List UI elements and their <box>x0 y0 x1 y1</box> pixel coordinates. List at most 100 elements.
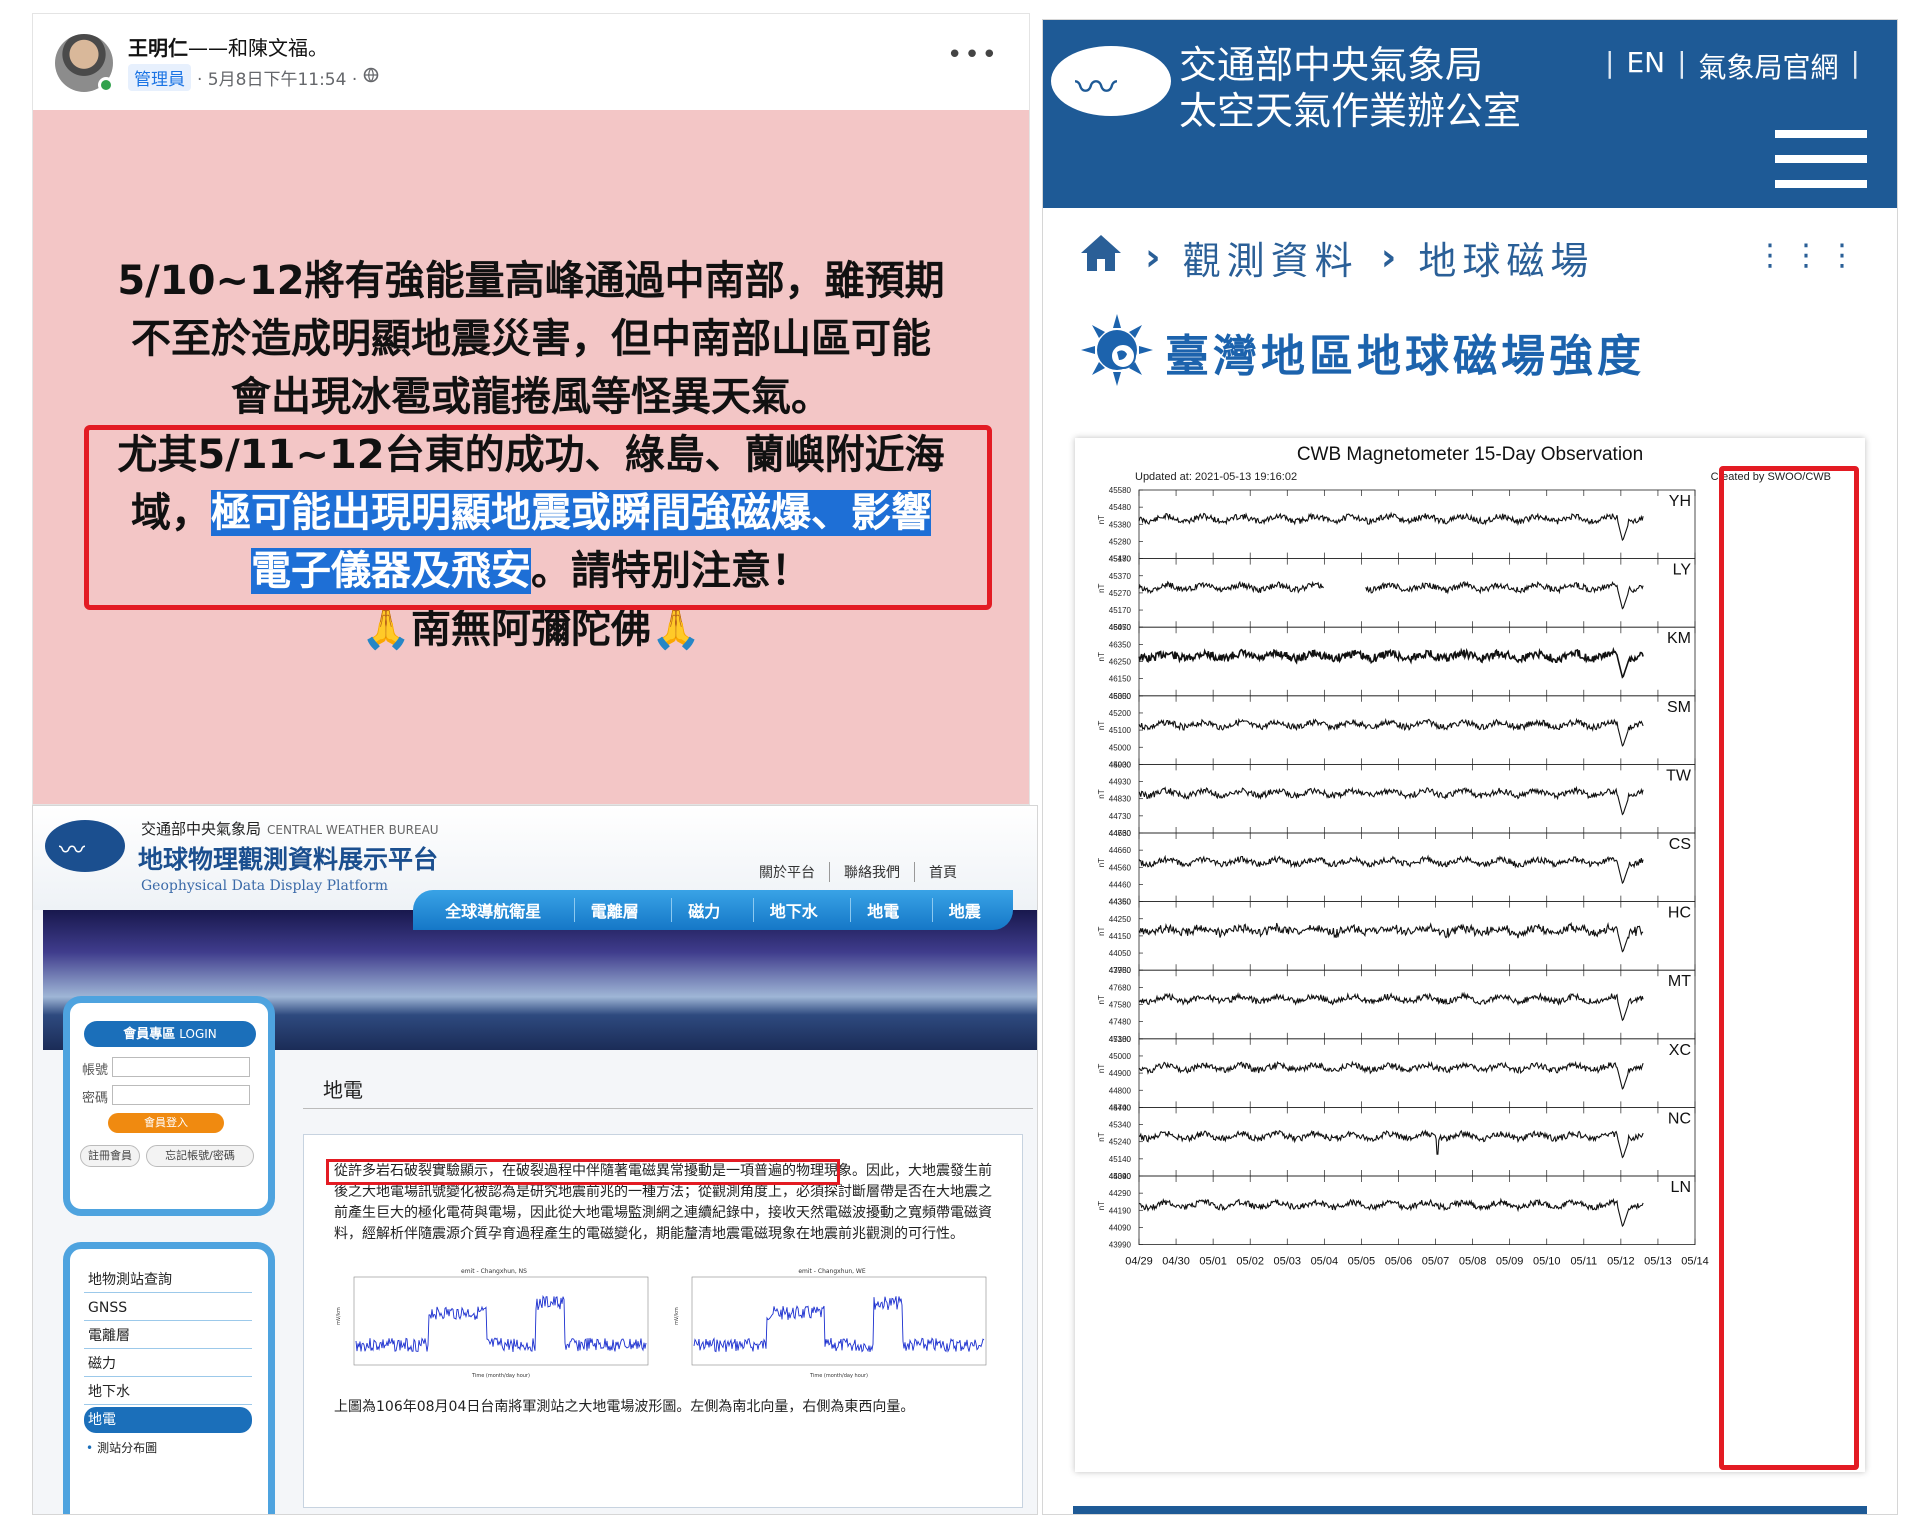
y-tick-label: 45000 <box>1109 1052 1132 1061</box>
bureau-name-en: CENTRAL WEATHER BUREAU <box>267 823 439 837</box>
site-title: 地球物理觀測資料展示平台 <box>138 845 439 874</box>
menu-item-groundwater[interactable]: 地下水 <box>84 1379 252 1405</box>
y-tick-label: 44730 <box>1109 812 1132 821</box>
x-tick-label: 05/03 <box>1274 1256 1302 1268</box>
magnetometer-trace <box>1138 1129 1644 1159</box>
magnetometer-trace <box>1138 991 1644 1022</box>
post-line: 5/10~12將有強能量高峰通過中南部，雖預期 <box>117 258 945 304</box>
chevron-right-icon: › <box>1145 235 1161 279</box>
nav-tab-geoelectric[interactable]: 地電 <box>850 898 899 922</box>
main-nav: 全球導航衛星 電離層 磁力 地下水 地電 地震 <box>413 890 1013 930</box>
station-label: SM <box>1667 699 1691 716</box>
nav-tab-gnss[interactable]: 全球導航衛星 <box>445 898 541 922</box>
x-tick-label: 04/30 <box>1162 1256 1190 1268</box>
y-tick-label: 44830 <box>1109 795 1132 804</box>
y-tick-label: 45170 <box>1109 606 1132 615</box>
footer-bar <box>1073 1506 1867 1514</box>
station-label: CS <box>1669 836 1691 853</box>
link-home[interactable]: 首頁 <box>914 862 971 882</box>
site-title-line2: 太空天氣作業辦公室 <box>1179 89 1522 133</box>
x-tick-label: 05/10 <box>1533 1256 1561 1268</box>
station-panel-hc: 4435044250441504405043950nTHC <box>1097 898 1696 975</box>
y-tick-label: 44460 <box>1109 880 1132 889</box>
submenu-station-map[interactable]: 測站分布圖 <box>86 1439 157 1456</box>
station-panel-tw: 4503044930448304473044630nTTW <box>1097 760 1696 838</box>
post-author[interactable]: 王明仁——和陳文福。 <box>128 32 328 61</box>
login-button[interactable]: 會員登入 <box>108 1113 224 1133</box>
x-tick-label: 05/12 <box>1607 1256 1635 1268</box>
plot-xlabel: Time (month/day hour) <box>471 1373 530 1379</box>
menu-item-geoelectric[interactable]: 地電 <box>84 1407 252 1433</box>
x-tick-label: 05/07 <box>1422 1256 1450 1268</box>
y-tick-label: 45370 <box>1109 572 1132 581</box>
y-tick-label: 43990 <box>1109 1241 1132 1250</box>
magnetometer-trace <box>1138 646 1644 679</box>
menu-item-magnetic[interactable]: 磁力 <box>84 1351 252 1377</box>
magnetometer-trace <box>1138 1197 1644 1228</box>
breadcrumb-observation[interactable]: 觀測資料 <box>1183 230 1359 285</box>
cwb-logo-icon[interactable]: 〰 <box>1051 46 1171 116</box>
password-input[interactable] <box>112 1085 250 1105</box>
menu-item-stations[interactable]: 地物測站查詢 <box>84 1267 252 1293</box>
content-panel: 從許多岩石破裂實驗顯示，在破裂過程中伴隨著電磁異常擾動是一項普遍的物理現象。因此… <box>303 1134 1023 1508</box>
account-input[interactable] <box>112 1057 250 1077</box>
author-name[interactable]: 王明仁 <box>128 36 188 60</box>
nav-tab-groundwater[interactable]: 地下水 <box>752 898 818 922</box>
home-icon[interactable] <box>1079 233 1123 282</box>
magnetometer-trace <box>1138 1060 1644 1090</box>
station-label: HC <box>1668 905 1691 922</box>
plot-frame <box>353 1276 649 1366</box>
y-tick-label: 46250 <box>1109 658 1132 667</box>
register-button[interactable]: 註冊會員 <box>80 1145 140 1167</box>
cwb-space-weather-screenshot: 〰 交通部中央氣象局 太空天氣作業辦公室 | EN | 氣象局官網 | › 觀測… <box>1043 20 1897 1514</box>
station-label: TW <box>1666 767 1692 784</box>
y-axis-label: nT <box>1097 858 1106 867</box>
admin-badge: 管理員 <box>128 64 191 91</box>
y-tick-label: 47480 <box>1109 1018 1132 1027</box>
y-tick-label: 45100 <box>1109 1035 1132 1044</box>
panel-frame <box>1138 901 1696 971</box>
y-tick-label: 45440 <box>1109 1103 1132 1112</box>
menu-item-gnss[interactable]: GNSS <box>84 1295 252 1321</box>
nav-tab-magnetic[interactable]: 磁力 <box>671 898 720 922</box>
geoelectric-plot-ns: emit - Changxhun, NS mV/km Time (month/d… <box>336 1268 649 1379</box>
lang-en-link[interactable]: EN <box>1626 46 1665 86</box>
x-tick-label: 05/06 <box>1385 1256 1413 1268</box>
plot-ylabel: mV/km <box>674 1307 680 1325</box>
breadcrumb-geomagnetic[interactable]: 地球磁場 <box>1418 230 1594 285</box>
official-site-link[interactable]: 氣象局官網 <box>1699 46 1839 86</box>
tagged-with: ——和陳文福。 <box>188 36 328 60</box>
y-axis-label: nT <box>1097 1064 1106 1073</box>
hamburger-menu-icon[interactable] <box>1775 130 1867 188</box>
station-panel-mt: 4778047680475804748047380nTMT <box>1097 966 1696 1044</box>
post-line: 會出現冰雹或龍捲風等怪異天氣。 <box>231 374 831 420</box>
station-label: KM <box>1667 630 1691 647</box>
y-tick-label: 46350 <box>1109 640 1132 649</box>
forgot-password-button[interactable]: 忘記帳號/密碼 <box>146 1145 254 1167</box>
station-panel-sm: 4530045200451004500044900nTSM <box>1097 692 1696 769</box>
figure-caption: 上圖為106年08月04日台南將軍測站之大地電場波形圖。左側為南北向量，右側為東… <box>334 1399 915 1415</box>
nav-tab-earthquake[interactable]: 地震 <box>931 898 981 922</box>
dots-grid-icon[interactable]: ⋮⋮⋮ <box>1755 238 1863 273</box>
y-tick-label: 45580 <box>1109 486 1132 495</box>
top-links: 關於平台 聯絡我們 首頁 <box>745 862 971 882</box>
login-title: 會員專區 LOGIN <box>84 1021 256 1047</box>
post-timestamp[interactable]: · 5月8日下午11:54 · <box>197 65 357 90</box>
post-line: 不至於造成明顯地震災害，但中南部山區可能 <box>131 316 931 362</box>
more-horizontal-icon[interactable]: ••• <box>947 40 999 70</box>
cwb-logo-icon[interactable]: 〰 <box>45 820 125 872</box>
link-about[interactable]: 關於平台 <box>745 862 829 882</box>
link-contact[interactable]: 聯絡我們 <box>829 862 914 882</box>
y-axis-label: nT <box>1097 1201 1106 1210</box>
y-tick-label: 45300 <box>1109 692 1132 701</box>
breadcrumb: › 觀測資料 › 地球磁場 <box>1079 230 1594 285</box>
menu-item-ionosphere[interactable]: 電離層 <box>84 1323 252 1349</box>
plot-xlabel: Time (month/day hour) <box>809 1373 868 1379</box>
y-tick-label: 45140 <box>1109 1155 1132 1164</box>
y-axis-label: nT <box>1097 789 1106 798</box>
y-tick-label: 44190 <box>1109 1206 1132 1215</box>
nav-tab-ionosphere[interactable]: 電離層 <box>573 898 639 922</box>
station-panel-yh: 4558045480453804528045180nTYH <box>1097 486 1696 564</box>
login-title-zh: 會員專區 <box>123 1027 176 1042</box>
station-panel-nc: 4544045340452404514045040nTNC <box>1097 1103 1696 1181</box>
